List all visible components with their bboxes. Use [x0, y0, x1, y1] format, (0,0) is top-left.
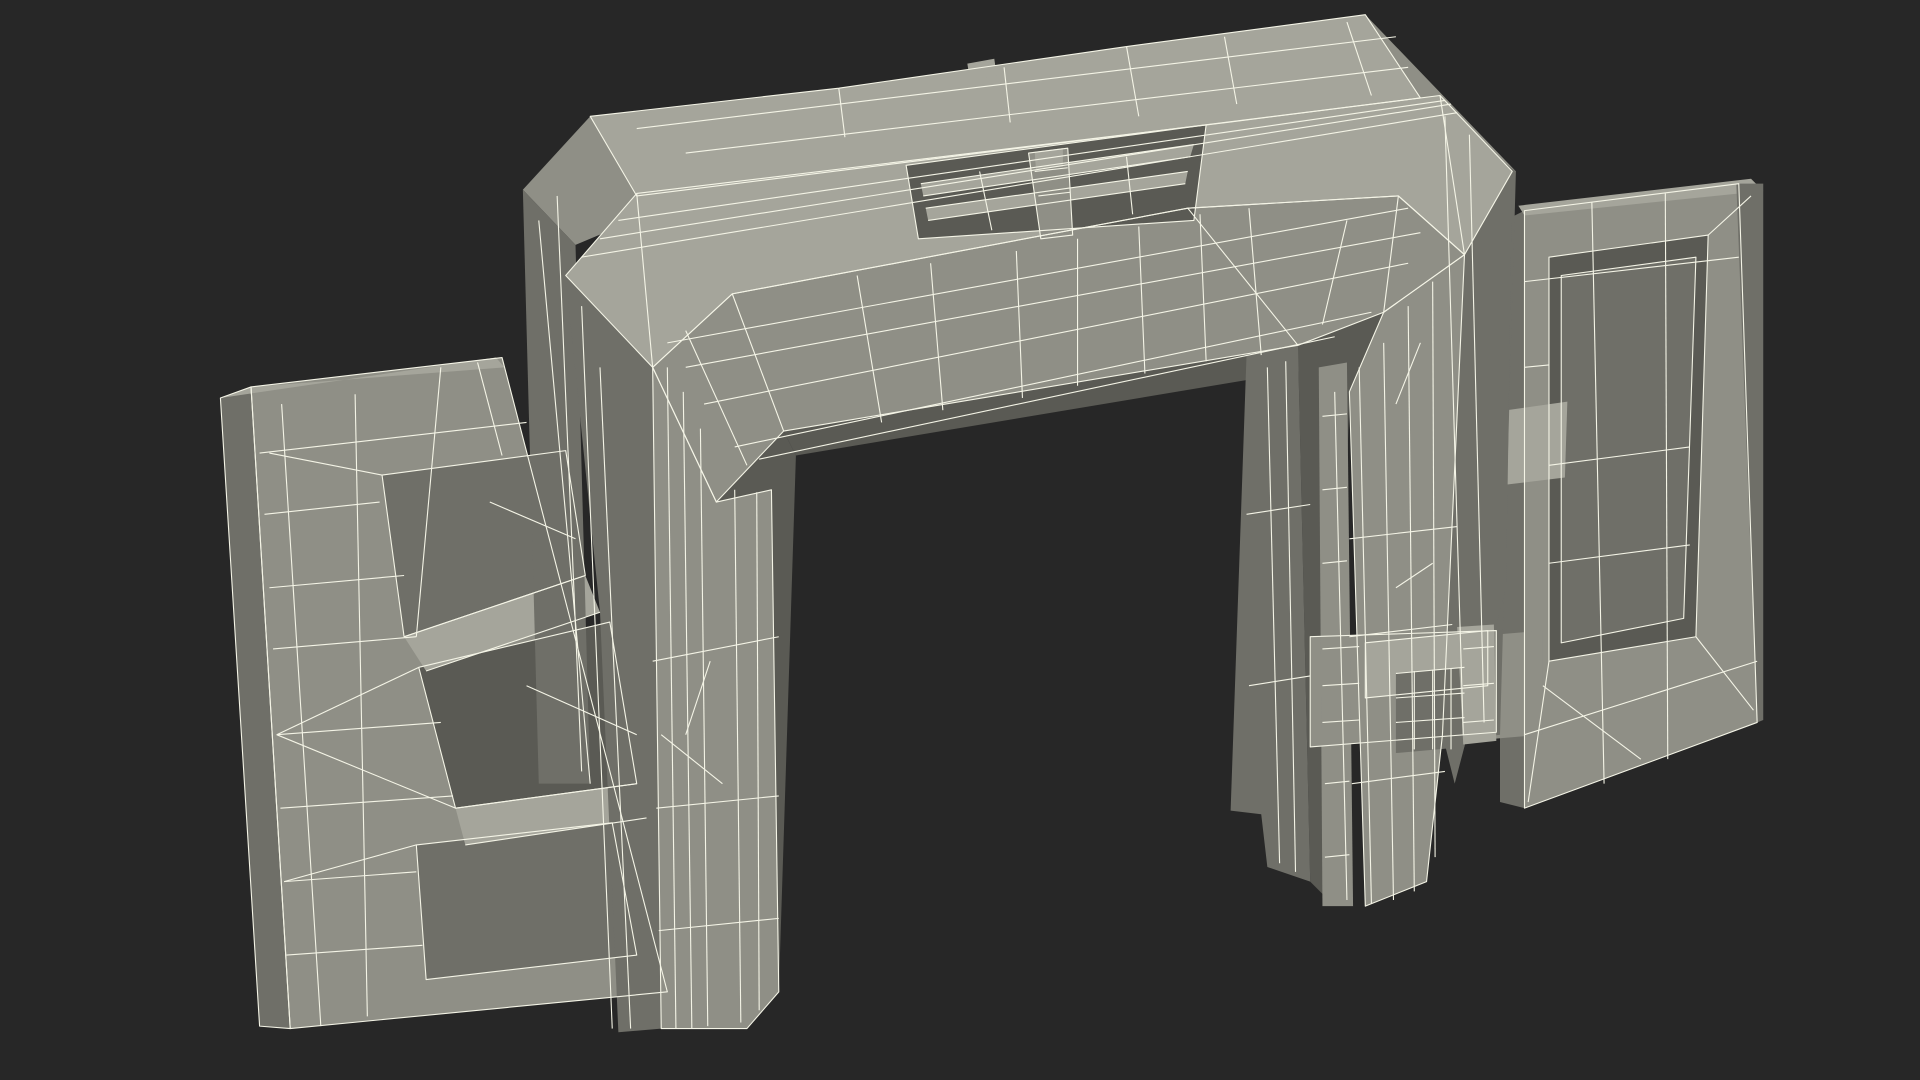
- gate-model: [219, 14, 1764, 1033]
- render-viewport: [0, 0, 1920, 1080]
